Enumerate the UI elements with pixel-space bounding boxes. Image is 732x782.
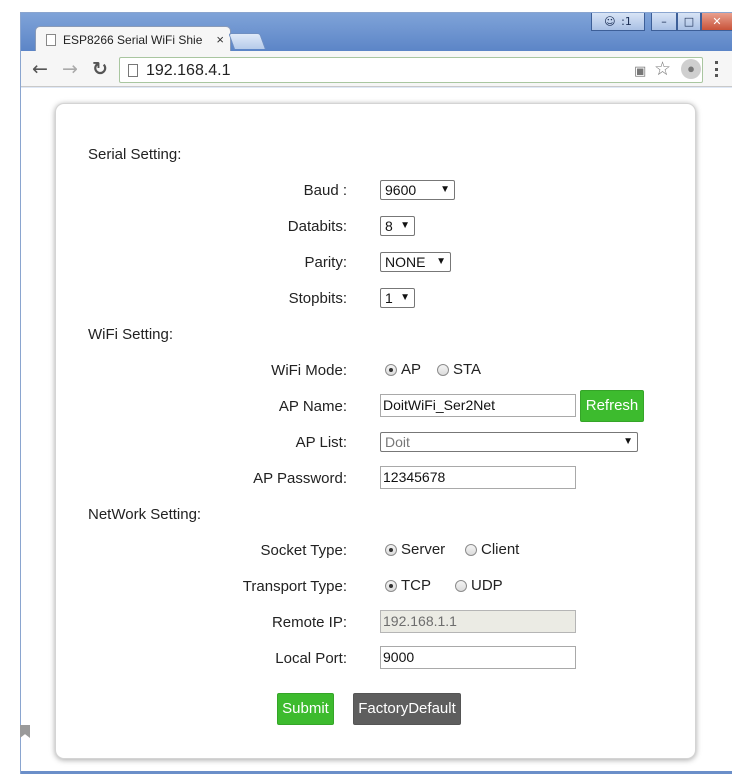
refresh-button[interactable]: Refresh: [580, 390, 644, 422]
baud-select[interactable]: 9600 ▼: [380, 180, 455, 200]
window-controls: – □ ✕: [651, 13, 732, 31]
stopbits-label: Stopbits:: [288, 290, 347, 307]
databits-value: 8: [385, 218, 393, 234]
transport-udp-label: UDP: [471, 577, 503, 594]
tab-title: ESP8266 Serial WiFi Shie: [63, 32, 203, 47]
submit-button[interactable]: Submit: [277, 693, 334, 725]
user-profile-badge[interactable]: ☺ :1: [591, 13, 645, 31]
dropdown-arrow-icon: ▼: [436, 256, 446, 267]
browser-window: ☺ :1 – □ ✕ ESP8266 Serial WiFi Shie × ← …: [20, 12, 732, 775]
translate-icon[interactable]: ▣: [634, 63, 646, 79]
serial-setting-title: Serial Setting:: [88, 146, 182, 163]
minimize-icon[interactable]: –: [651, 13, 677, 31]
menu-icon[interactable]: [715, 61, 719, 77]
socket-client-radio[interactable]: Client: [465, 541, 519, 558]
radio-selected-icon: [385, 363, 397, 376]
transport-tcp-label: TCP: [401, 577, 431, 594]
transport-udp-radio[interactable]: UDP: [455, 577, 503, 594]
profile-icon[interactable]: ☺ :1: [591, 13, 645, 31]
local-port-input[interactable]: 9000: [380, 646, 576, 669]
browser-toolbar: ← → ↻ 192.168.4.1 ▣ ☆ ●: [21, 51, 732, 87]
transport-type-label: Transport Type:: [242, 578, 347, 595]
ap-list-label: AP List:: [295, 434, 347, 451]
window-bottom-border: [21, 771, 732, 774]
stopbits-value: 1: [385, 290, 393, 306]
factory-default-button[interactable]: FactoryDefault: [353, 693, 461, 725]
socket-server-label: Server: [401, 541, 446, 558]
ap-list-select[interactable]: Doit ▼: [380, 432, 638, 452]
reload-icon[interactable]: ↻: [89, 58, 111, 80]
dropdown-arrow-icon: ▼: [623, 436, 633, 447]
back-icon[interactable]: ←: [29, 58, 51, 80]
local-port-label: Local Port:: [275, 650, 347, 667]
radio-selected-icon: [385, 579, 397, 592]
dropdown-arrow-icon: ▼: [400, 220, 410, 231]
remote-ip-label: Remote IP:: [271, 614, 347, 631]
dropdown-arrow-icon: ▼: [440, 184, 450, 195]
close-window-icon[interactable]: ✕: [701, 13, 732, 31]
baud-value: 9600: [385, 182, 417, 198]
page-icon: [128, 64, 138, 77]
config-card: Serial Setting: Baud : 9600 ▼ Databits: …: [55, 103, 696, 759]
bookmark-star-icon[interactable]: ☆: [654, 58, 671, 81]
wifi-mode-sta-label: STA: [453, 361, 482, 378]
url-text[interactable]: 192.168.4.1: [146, 62, 231, 80]
address-bar[interactable]: 192.168.4.1 ▣ ☆: [119, 57, 703, 83]
ap-password-label: AP Password:: [253, 470, 347, 487]
radio-selected-icon: [385, 543, 397, 556]
parity-label: Parity:: [304, 254, 347, 271]
wifi-mode-ap-label: AP: [401, 361, 422, 378]
page-icon: [46, 33, 56, 46]
baud-label: Baud :: [303, 182, 347, 199]
databits-label: Databits:: [287, 218, 347, 235]
radio-unselected-icon: [455, 579, 467, 592]
dropdown-arrow-icon: ▼: [400, 292, 410, 303]
title-bar: ☺ :1 – □ ✕ ESP8266 Serial WiFi Shie ×: [21, 13, 732, 52]
socket-server-radio[interactable]: Server: [385, 541, 445, 558]
wifi-mode-ap-radio[interactable]: AP: [385, 361, 421, 378]
maximize-icon[interactable]: □: [677, 13, 701, 31]
transport-tcp-radio[interactable]: TCP: [385, 577, 431, 594]
browser-tab[interactable]: ESP8266 Serial WiFi Shie ×: [35, 26, 231, 52]
socket-client-label: Client: [481, 541, 520, 558]
remote-ip-input[interactable]: 192.168.1.1: [380, 610, 576, 633]
tab-close-icon[interactable]: ×: [216, 32, 224, 47]
wifi-mode-label: WiFi Mode:: [271, 362, 347, 379]
network-setting-title: NetWork Setting:: [88, 506, 202, 523]
wifi-mode-sta-radio[interactable]: STA: [437, 361, 481, 378]
ap-name-label: AP Name:: [278, 398, 347, 415]
extension-icon[interactable]: ●: [681, 59, 701, 79]
stopbits-select[interactable]: 1 ▼: [380, 288, 415, 308]
forward-icon[interactable]: →: [59, 58, 81, 80]
radio-unselected-icon: [465, 543, 477, 556]
ap-list-value: Doit: [385, 434, 410, 450]
parity-value: NONE: [385, 254, 426, 270]
wifi-setting-title: WiFi Setting:: [88, 326, 174, 343]
new-tab-button[interactable]: [228, 33, 266, 49]
databits-select[interactable]: 8 ▼: [380, 216, 415, 236]
ap-name-input[interactable]: DoitWiFi_Ser2Net: [380, 394, 576, 417]
radio-unselected-icon: [437, 363, 449, 376]
parity-select[interactable]: NONE ▼: [380, 252, 451, 272]
socket-type-label: Socket Type:: [260, 542, 347, 559]
ap-password-input[interactable]: 12345678: [380, 466, 576, 489]
page-viewport: Serial Setting: Baud : 9600 ▼ Databits: …: [21, 88, 732, 775]
